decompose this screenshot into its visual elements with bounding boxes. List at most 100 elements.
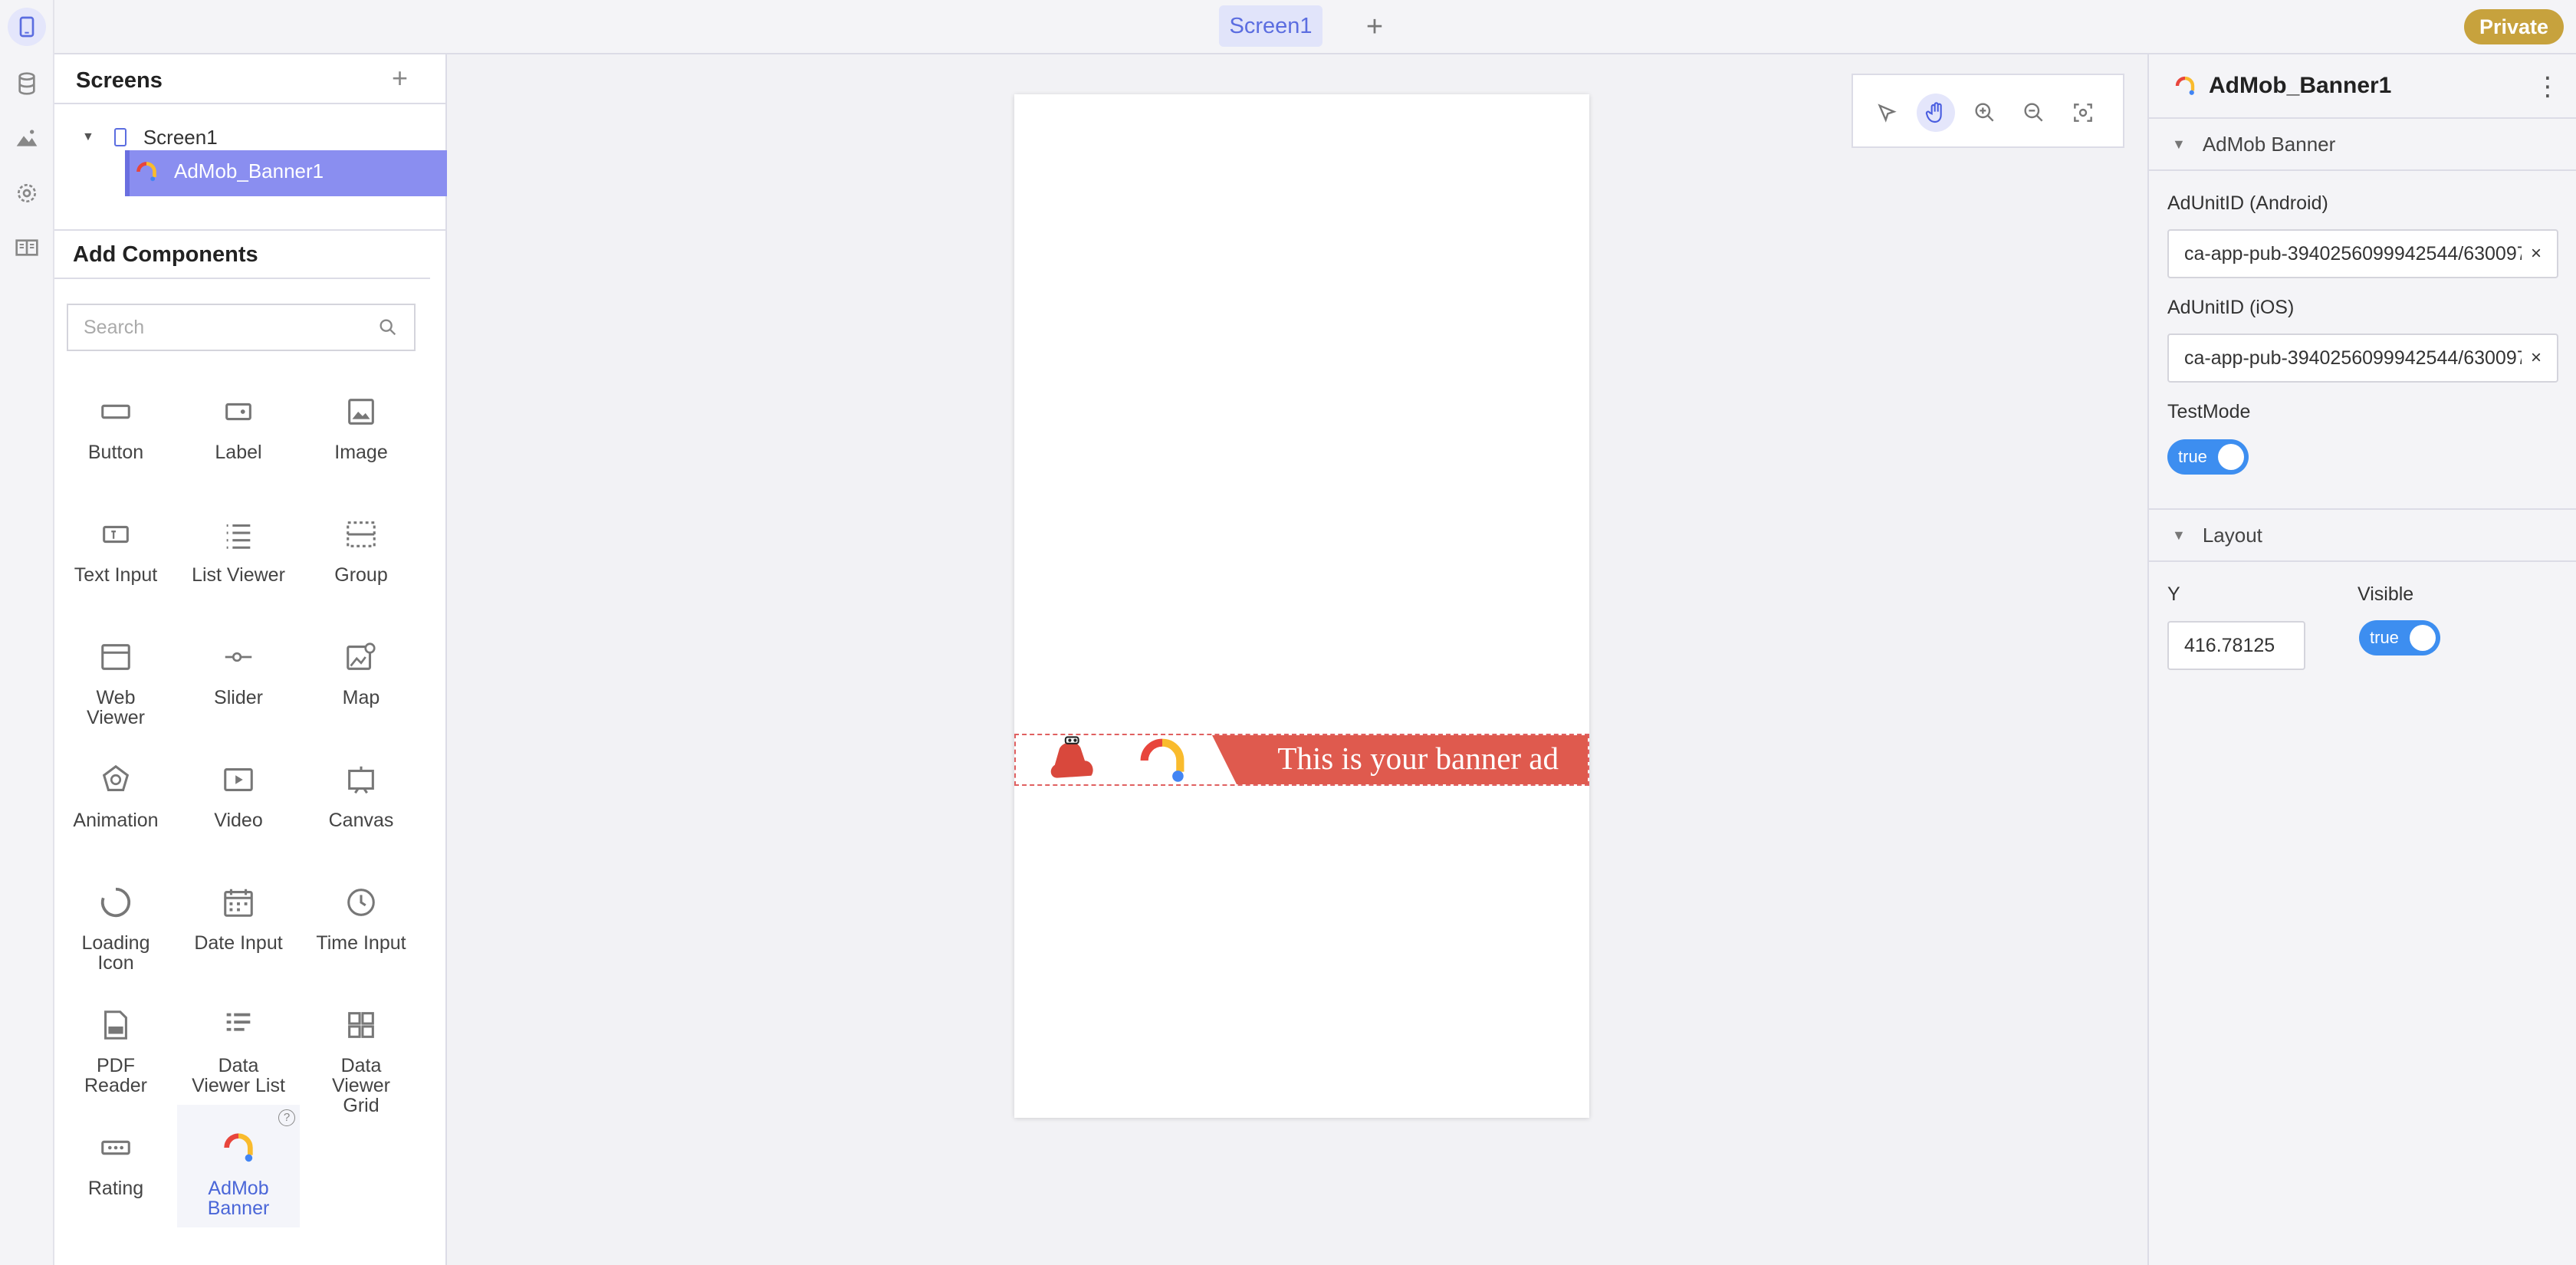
divider <box>54 229 447 231</box>
help-icon[interactable]: ? <box>278 1109 295 1126</box>
top-bar: Screen1 + Private <box>54 0 2576 54</box>
button-icon <box>101 404 130 419</box>
component-button[interactable]: Button <box>54 392 177 462</box>
screens-icon[interactable] <box>8 8 46 46</box>
field-value: ca-app-pub-3940256099942544/6300978111 <box>2184 242 2522 264</box>
component-list-viewer[interactable]: List Viewer <box>177 514 300 585</box>
hand-icon[interactable] <box>1917 94 1955 132</box>
banner-text: This is your banner ad <box>1277 741 1559 776</box>
search-placeholder: Search <box>84 316 145 338</box>
slider-icon <box>225 652 252 662</box>
adunit-android-input[interactable]: ca-app-pub-3940256099942544/6300978111 × <box>2167 229 2558 278</box>
calendar-icon <box>224 889 253 917</box>
more-options-icon[interactable]: ⋮ <box>2535 71 2561 102</box>
component-label: Animation <box>73 810 159 831</box>
text-input-icon <box>103 525 129 544</box>
grid-icon <box>348 1012 374 1038</box>
component-label[interactable]: Label <box>177 392 300 462</box>
canvas-toolbar <box>1852 74 2124 148</box>
component-slider[interactable]: Slider <box>177 637 300 708</box>
visible-toggle[interactable]: true <box>2359 620 2440 656</box>
media-icon[interactable] <box>8 119 46 157</box>
zoom-out-icon[interactable] <box>2015 94 2053 132</box>
component-label: PDF Reader <box>84 1055 147 1096</box>
section-admob-banner[interactable]: ▼ AdMob Banner <box>2149 117 2576 171</box>
loading-icon <box>100 887 131 918</box>
component-label: Slider <box>214 687 263 708</box>
component-map[interactable]: Map <box>300 637 422 708</box>
tab-screen1[interactable]: Screen1 <box>1219 5 1322 47</box>
component-label: Loading Icon <box>81 932 150 974</box>
add-screen-plus-button[interactable]: + <box>392 62 408 94</box>
component-label: Text Input <box>74 564 158 586</box>
web-icon <box>101 644 130 670</box>
component-data-viewer-grid[interactable]: Data Viewer Grid <box>300 1005 422 1116</box>
y-label: Y <box>2167 583 2180 605</box>
select-arrow-icon[interactable] <box>1868 94 1906 132</box>
y-input[interactable]: 416.78125 <box>2167 621 2305 670</box>
rating-icon <box>101 1140 130 1155</box>
section-layout[interactable]: ▼ Layout <box>2149 508 2576 562</box>
left-panel: Screens + ▼ Screen1 AdMob_Banner1 Add Co… <box>54 54 447 1265</box>
component-video[interactable]: Video <box>177 760 300 830</box>
settings-icon[interactable] <box>8 174 46 212</box>
zoom-in-icon[interactable] <box>1966 94 2004 132</box>
component-label: Web Viewer <box>87 687 145 728</box>
admob-banner-preview[interactable]: This is your banner ad <box>1014 734 1589 786</box>
mascot-icon <box>1050 736 1093 778</box>
phone-icon <box>113 128 127 146</box>
search-icon[interactable] <box>377 317 399 338</box>
component-image[interactable]: Image <box>300 392 422 462</box>
fit-screen-icon[interactable] <box>2064 94 2102 132</box>
component-group[interactable]: Group <box>300 514 422 585</box>
field-value: 416.78125 <box>2184 634 2275 656</box>
component-pdf-reader[interactable]: PDF Reader <box>54 1005 177 1096</box>
component-web-viewer[interactable]: Web Viewer <box>54 637 177 728</box>
add-screen-button[interactable]: + <box>1357 9 1392 44</box>
design-canvas[interactable]: This is your banner ad <box>447 54 2147 1265</box>
admob-logo-icon <box>1140 738 1184 782</box>
caret-down-icon[interactable]: ▼ <box>2172 527 2186 544</box>
component-animation[interactable]: Animation <box>54 760 177 830</box>
component-label: Canvas <box>328 810 394 831</box>
clock-icon <box>347 889 375 916</box>
component-time-input[interactable]: Time Input <box>300 882 422 953</box>
component-canvas[interactable]: Canvas <box>300 760 422 830</box>
caret-down-icon[interactable]: ▼ <box>2172 136 2186 153</box>
toggle-value: true <box>2178 447 2207 466</box>
phone-preview[interactable]: This is your banner ad <box>1014 94 1589 1118</box>
pdf-icon <box>104 1010 127 1040</box>
component-label: Rating <box>87 1178 144 1199</box>
component-label: Data Viewer Grid <box>332 1055 390 1116</box>
component-search-input[interactable]: Search <box>67 304 416 351</box>
component-data-viewer-list[interactable]: Data Viewer List <box>177 1005 300 1096</box>
component-label: Map <box>342 687 380 708</box>
clear-icon[interactable]: × <box>2531 243 2542 264</box>
toggle-value: true <box>2370 628 2399 647</box>
database-icon[interactable] <box>8 64 46 103</box>
clear-icon[interactable]: × <box>2531 347 2542 369</box>
caret-down-icon[interactable]: ▼ <box>82 130 94 144</box>
component-text-input[interactable]: Text Input <box>54 514 177 585</box>
left-rail <box>0 0 54 1265</box>
add-components-title: Add Components <box>73 242 258 267</box>
testmode-toggle[interactable]: true <box>2167 439 2249 475</box>
component-loading-icon[interactable]: Loading Icon <box>54 882 177 973</box>
privacy-badge[interactable]: Private <box>2464 9 2564 44</box>
component-label: AdMob Banner <box>207 1178 270 1219</box>
animation-icon <box>102 764 130 791</box>
docs-icon[interactable] <box>8 228 46 267</box>
component-date-input[interactable]: Date Input <box>177 882 300 953</box>
section-title: AdMob Banner <box>2202 132 2336 156</box>
component-label: Video <box>214 810 263 831</box>
component-rating[interactable]: Rating <box>54 1128 177 1198</box>
component-label: Data Viewer List <box>192 1055 285 1096</box>
screens-title: Screens <box>76 68 163 93</box>
divider <box>54 103 447 104</box>
component-admob-banner[interactable]: ? AdMob Banner <box>177 1105 300 1227</box>
tree-item-admob-banner1[interactable]: AdMob_Banner1 <box>125 150 447 196</box>
component-label: Time Input <box>316 932 406 954</box>
list-icon <box>226 524 251 549</box>
divider <box>54 278 430 279</box>
adunit-ios-input[interactable]: ca-app-pub-3940256099942544/6300978111 × <box>2167 334 2558 383</box>
